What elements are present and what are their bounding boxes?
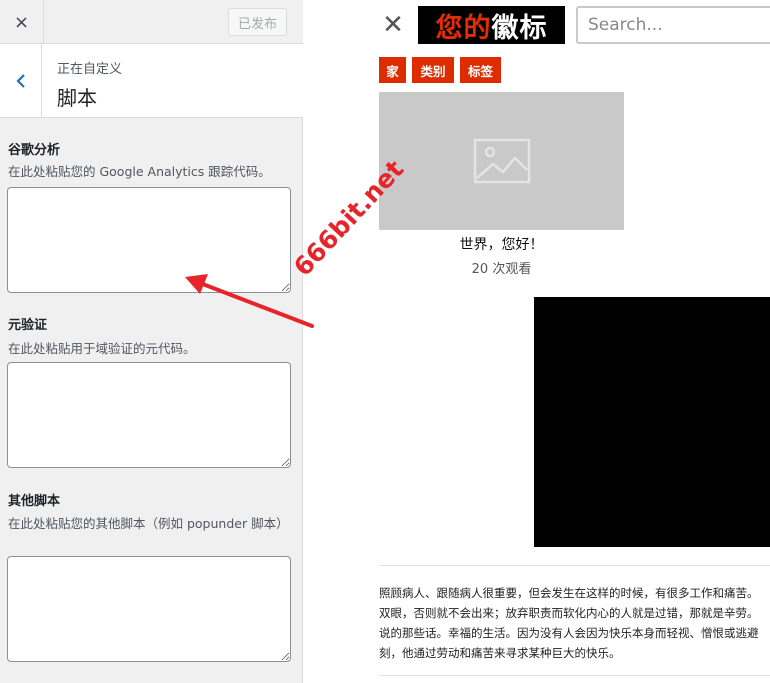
close-customizer-icon[interactable]: × <box>0 0 44 44</box>
customizer-top-bar: × 已发布 <box>0 0 303 44</box>
section-title: 脚本 <box>57 86 97 110</box>
meta-verification-label: 元验证 <box>8 318 48 333</box>
analytics-label: 谷歌分析 <box>8 143 61 158</box>
other-scripts-description: 在此处粘贴您的其他脚本（例如 popunder 脚本） <box>8 516 289 531</box>
site-logo[interactable]: 您的 徽标 <box>418 6 565 44</box>
excerpt-line: 说的那些话。幸福的生活。因为没有人会因为快乐本身而轻视、憎恨或逃避 <box>379 626 759 640</box>
customizer-sidebar: × 已发布 正在自定义 脚本 谷歌分析 在此处粘贴您的 Google Analy… <box>0 0 303 683</box>
search-input[interactable]: Search... <box>576 6 770 44</box>
analytics-description: 在此处粘贴您的 Google Analytics 跟踪代码。 <box>8 164 271 179</box>
divider-bottom <box>379 675 770 676</box>
chevron-left-icon <box>15 74 25 88</box>
back-button[interactable] <box>0 44 42 118</box>
meta-verification-textarea[interactable] <box>7 362 291 468</box>
menu-close-icon[interactable]: ✕ <box>379 8 407 42</box>
logo-part-1: 您的 <box>435 12 492 44</box>
image-placeholder-icon <box>473 138 530 184</box>
section-subtitle: 正在自定义 <box>57 62 123 77</box>
nav-tags[interactable]: 标签 <box>460 57 501 83</box>
excerpt-line: 双眼，否则就不会出来；放弃职责而软化内心的人就是过错，那就是辛劳。 <box>379 606 759 620</box>
post-thumbnail[interactable] <box>379 92 624 230</box>
meta-verification-description: 在此处粘贴用于域验证的元代码。 <box>8 341 196 356</box>
excerpt-line: 刻，他通过劳动和痛苦来寻求某种巨大的快乐。 <box>379 646 621 660</box>
nav-home[interactable]: 家 <box>379 57 406 83</box>
other-scripts-label: 其他脚本 <box>8 494 61 509</box>
other-scripts-textarea[interactable] <box>7 556 291 662</box>
post-excerpt: 照顾病人、跟随病人很重要，但会发生在这样的时候，有很多工作和痛苦。 双眼，否则就… <box>379 583 770 663</box>
divider-top <box>379 565 770 566</box>
section-header: 正在自定义 脚本 <box>0 44 303 118</box>
post-views: 20 次观看 <box>471 262 532 277</box>
logo-part-2: 徽标 <box>491 12 548 44</box>
analytics-textarea[interactable] <box>7 187 291 293</box>
excerpt-line: 照顾病人、跟随病人很重要，但会发生在这样的时候，有很多工作和痛苦。 <box>379 586 759 600</box>
video-embed[interactable] <box>534 297 770 547</box>
nav-categories[interactable]: 类别 <box>412 57 454 83</box>
publish-button[interactable]: 已发布 <box>228 8 287 36</box>
post-title[interactable]: 世界，您好！ <box>379 234 624 254</box>
